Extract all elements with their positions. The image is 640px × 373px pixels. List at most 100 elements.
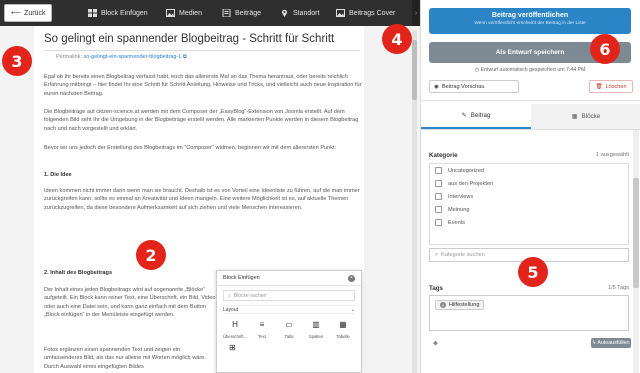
block-label: Tabs [284, 334, 294, 339]
category-item[interactable]: Events [430, 216, 628, 229]
grid-icon [88, 9, 97, 17]
tags-input[interactable]: × Hilfestellung [429, 295, 629, 331]
toolbar-posts[interactable]: Beiträge [222, 0, 261, 26]
preview-button[interactable]: ◉ Beitrag Vorschau [429, 80, 519, 93]
paragraph[interactable]: Fotos ergänzen einen spannenden Text und… [44, 346, 216, 371]
block-search-input[interactable]: ⌕ Blöcke suchen [223, 290, 355, 301]
tabs-icon: ▭ [285, 320, 293, 329]
category-item[interactable]: Uncategorized [430, 164, 628, 177]
clock-icon: ◷ [474, 67, 480, 73]
permalink: Permalink: so-gelingt-ein-spannender-blo… [56, 54, 187, 61]
block-inserter-panel: Block Einfügen × ⌕ Blöcke suchen Layout … [216, 270, 362, 373]
paragraph[interactable]: Der Inhalt eines jeden Blogbeitrags wird… [44, 286, 216, 320]
tab-label: Blöcke [581, 113, 601, 120]
publish-button[interactable]: Beitrag veröffentlichen Wenn veröffentli… [429, 8, 631, 34]
tag-label: Hilfestellung [449, 302, 480, 308]
category-label: Uncategorized [448, 167, 485, 174]
paragraph[interactable]: Bevor wir uns jedoch der Erstellung des … [44, 144, 362, 152]
search-icon: ⌕ [435, 251, 439, 258]
back-button[interactable]: ⟵ Zurück [4, 4, 53, 22]
tags-title: Tags [429, 285, 443, 292]
close-icon[interactable]: × [348, 274, 355, 282]
category-item[interactable]: aus den Projekten [430, 177, 628, 190]
delete-button[interactable]: 🗑 Löschen [589, 80, 633, 93]
category-count: 1 ausgewählt [596, 152, 629, 158]
tab-post[interactable]: ✎ Beitrag [421, 104, 531, 129]
autofill-button[interactable]: ϟ Autoausfüllen [591, 338, 631, 348]
collapse-toggle[interactable]: › [412, 0, 420, 26]
block-label: Text [258, 334, 266, 339]
autosave-text: Entwurf automatisch gespeichert um 7:44 … [480, 67, 586, 73]
block-text[interactable]: ≡ Text [250, 321, 274, 340]
marker-badge: 3 [2, 46, 32, 76]
block-tabs[interactable]: ▭ Tabs [277, 320, 301, 340]
paragraph[interactable]: Ideen kommen nicht immer dann wenn man s… [44, 187, 362, 212]
image-icon [336, 9, 345, 17]
editor-scroll-thumb[interactable] [412, 40, 417, 100]
toolbar-label: Block Einfügen [101, 9, 148, 17]
tags-count: 1/5 Tags [607, 285, 629, 291]
block-columns[interactable]: ▥ Spalten [304, 321, 328, 340]
checkbox[interactable] [435, 193, 442, 200]
sidebar-divider [421, 100, 640, 101]
sidebar-scroll-thumb[interactable] [633, 178, 639, 288]
chevron-down-icon: ⌄ [350, 306, 355, 313]
toolbar-location[interactable]: Standort [280, 0, 319, 26]
tag-icon: ⬥ [433, 340, 438, 347]
category-item[interactable]: Interviews [430, 190, 628, 203]
top-toolbar: ⟵ Zurück Block Einfügen Medien Beiträge … [0, 0, 420, 26]
trash-icon: 🗑 [595, 83, 603, 90]
paragraph[interactable]: Die Blogbeiträge auf citizen-science.at … [44, 108, 362, 133]
post-title[interactable]: So gelingt ein spannender Blogbeitrag - … [44, 33, 364, 45]
gallery-icon: ⊞ [229, 343, 236, 352]
marker-badge: 2 [136, 240, 166, 270]
category-search-placeholder: Kategorie suchen [441, 252, 485, 258]
block-table[interactable]: ▦ Tabelle [331, 320, 355, 340]
checkbox[interactable] [435, 167, 442, 174]
category-label: Events [448, 219, 466, 226]
tab-blocks[interactable]: ▦ Blöcke [531, 104, 640, 129]
block-grid: H Überschrift... ≡ Text ▭ Tabs ▥ Spalten… [217, 317, 361, 343]
publish-label: Beitrag veröffentlichen [491, 12, 569, 19]
permalink-label: Permalink: [56, 54, 82, 60]
checkbox[interactable] [435, 206, 442, 213]
search-icon: ⌕ [228, 292, 231, 299]
category-item[interactable]: Meinung [430, 203, 628, 216]
paragraph[interactable]: Egal ob Ihr bereits einen Blogbeitrag ve… [44, 73, 362, 98]
pencil-icon: ✎ [461, 112, 467, 119]
preview-label: Beitrag Vorschau [441, 83, 485, 90]
category-list: Uncategorized aus den Projekten Intervie… [429, 163, 629, 245]
toolbar-media[interactable]: Medien [166, 0, 202, 26]
publish-sublabel: Wenn veröffentlicht erscheint der Beitra… [474, 21, 586, 26]
heading[interactable]: 1. Die Idee [44, 171, 362, 179]
delete-label: Löschen [605, 83, 627, 90]
inserter-section-layout[interactable]: Layout ⌄ [223, 305, 355, 314]
document-icon [222, 9, 231, 17]
checkbox[interactable] [435, 219, 442, 226]
section-label: Layout [223, 306, 239, 313]
remove-tag-icon[interactable]: × [440, 302, 446, 308]
permalink-link[interactable]: so-gelingt-ein-spannender-blogbeitrag-1 [84, 54, 182, 60]
autosave-status: ◷ Entwurf automatisch gespeichert um 7:4… [429, 67, 631, 73]
marker-badge: 4 [382, 24, 412, 54]
table-icon: ▦ [339, 320, 347, 329]
toolbar-cover[interactable]: Beitrags Cover [336, 0, 395, 26]
image-icon [166, 9, 175, 17]
copy-icon[interactable]: ⧉ [183, 54, 187, 60]
title-divider [44, 50, 360, 51]
category-title: Kategorie [429, 152, 458, 159]
block-heading[interactable]: H Überschrift... [222, 321, 248, 340]
sidebar-tabs: ✎ Beitrag ▦ Blöcke [421, 104, 640, 130]
toolbar-label: Beitrags Cover [349, 9, 396, 17]
block-label: Spalten [308, 334, 324, 339]
toolbar-label: Beiträge [235, 9, 262, 17]
toolbar-block-insert[interactable]: Block Einfügen [88, 0, 148, 26]
inserter-header: Block Einfügen × [217, 271, 361, 286]
marker-badge: 6 [590, 34, 620, 64]
grid-icon: ▦ [571, 113, 578, 120]
category-label: Meinung [448, 206, 470, 213]
block-label: Überschrift... [222, 334, 248, 339]
checkbox[interactable] [435, 180, 442, 187]
tag-chip[interactable]: × Hilfestellung [435, 300, 485, 310]
block-extra[interactable]: ⊞ [217, 343, 361, 352]
